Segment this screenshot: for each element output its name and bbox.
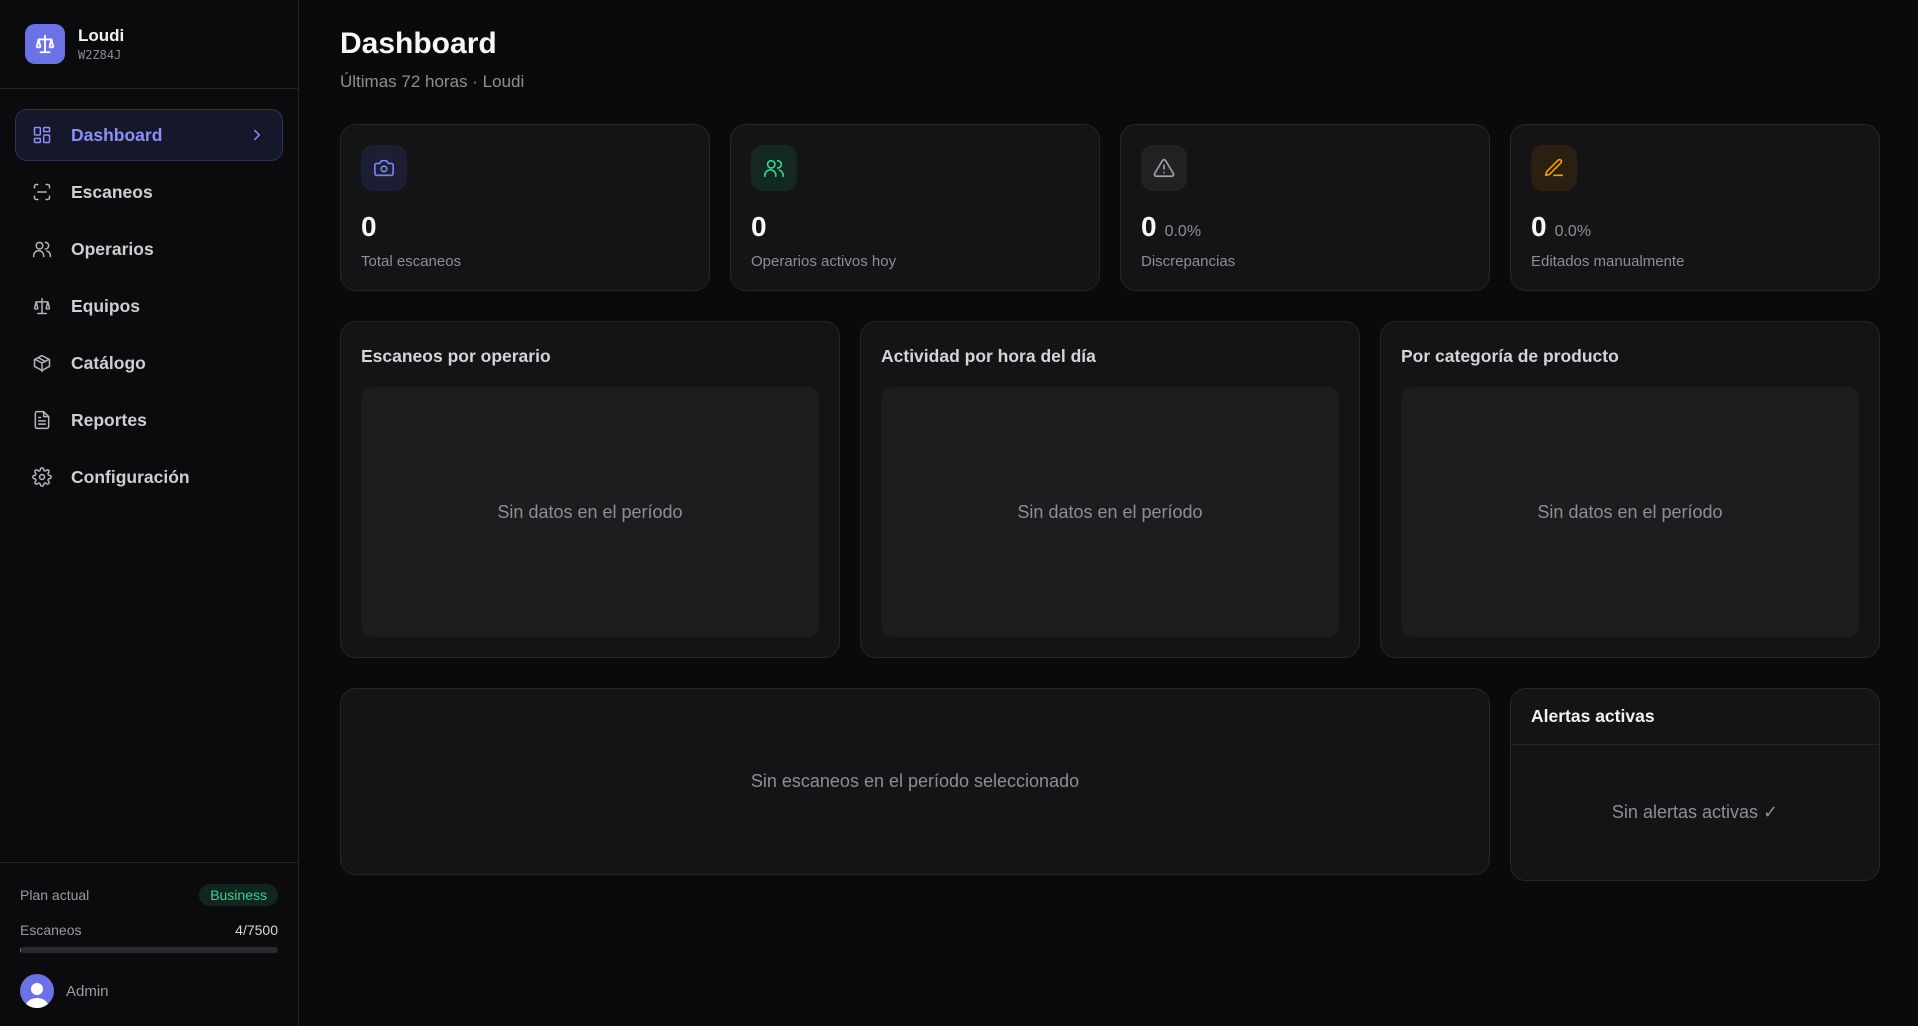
users-icon <box>751 145 797 191</box>
nav-item-escaneos[interactable]: Escaneos <box>15 166 283 218</box>
nav-label: Equipos <box>71 295 141 316</box>
nav-item-catalogo[interactable]: Catálogo <box>15 337 283 389</box>
nav-item-configuracion[interactable]: Configuración <box>15 451 283 503</box>
sidebar: Loudi W2Z84J Dashboard Escaneos Operario… <box>0 0 299 1026</box>
nav-item-reportes[interactable]: Reportes <box>15 394 283 446</box>
stat-value: 0 <box>1531 211 1547 242</box>
stat-percent: 0.0% <box>1554 223 1592 240</box>
scans-empty-state: Sin escaneos en el período seleccionado <box>750 771 1080 791</box>
chart-empty-state: Sin datos en el período <box>361 387 819 637</box>
dashboard-icon <box>31 124 53 146</box>
nav-label: Reportes <box>71 409 147 430</box>
main-nav: Dashboard Escaneos Operarios Equipos Cat… <box>0 89 298 503</box>
stat-value: 0 <box>751 211 767 242</box>
stat-label: Total escaneos <box>361 253 462 270</box>
scale-logo-icon <box>25 24 65 64</box>
avatar <box>20 974 54 1008</box>
alerts-empty-state: Sin alertas activas ✓ <box>1611 802 1779 822</box>
stat-card-discrepancias: 0 0.0% Discrepancias <box>1120 124 1490 291</box>
chart-title: Actividad por hora del día <box>881 346 1096 366</box>
stat-label: Editados manualmente <box>1531 253 1685 270</box>
gear-icon <box>31 466 53 488</box>
stat-label: Operarios activos hoy <box>751 253 897 270</box>
scale-icon <box>31 295 53 317</box>
brand-header[interactable]: Loudi W2Z84J <box>0 0 298 89</box>
scan-icon <box>31 181 53 203</box>
file-icon <box>31 409 53 431</box>
nav-label: Catálogo <box>71 352 146 373</box>
stat-percent: 0.0% <box>1164 223 1202 240</box>
alerts-title: Alertas activas <box>1511 689 1879 745</box>
nav-label: Operarios <box>71 238 154 259</box>
nav-item-equipos[interactable]: Equipos <box>15 280 283 332</box>
page-title: Dashboard <box>340 27 497 60</box>
pencil-icon <box>1531 145 1577 191</box>
users-icon <box>31 238 53 260</box>
brand-code: W2Z84J <box>78 47 122 62</box>
box-icon <box>31 352 53 374</box>
sidebar-footer: Plan actual Business Escaneos 4/7500 Adm… <box>0 862 298 1026</box>
nav-label: Escaneos <box>71 181 153 202</box>
plan-label: Plan actual <box>20 887 90 903</box>
usage-value: 4/7500 <box>235 922 278 938</box>
stat-card-total-escaneos: 0 Total escaneos <box>340 124 710 291</box>
brand-name: Loudi <box>78 25 125 45</box>
usage-label: Escaneos <box>20 922 82 938</box>
stat-card-operarios-activos: 0 Operarios activos hoy <box>730 124 1100 291</box>
warning-icon <box>1141 145 1187 191</box>
chart-card-actividad-hora: Actividad por hora del día Sin datos en … <box>860 321 1360 658</box>
chart-title: Por categoría de producto <box>1401 346 1619 366</box>
usage-progress-bar <box>20 947 278 953</box>
stat-value: 0 <box>1141 211 1157 242</box>
nav-label: Dashboard <box>71 124 163 145</box>
camera-icon <box>361 145 407 191</box>
chart-empty-state: Sin datos en el período <box>881 387 1339 637</box>
plan-badge: Business <box>199 884 278 906</box>
alerts-card: Alertas activas Sin alertas activas ✓ <box>1510 688 1880 881</box>
chevron-right-icon <box>248 126 266 144</box>
stat-label: Discrepancias <box>1141 253 1236 270</box>
user-name: Admin <box>66 982 109 1000</box>
stat-value: 0 <box>361 211 377 242</box>
usage-progress-fill <box>20 947 22 953</box>
nav-item-dashboard[interactable]: Dashboard <box>15 109 283 161</box>
scans-table-card: Sin escaneos en el período seleccionado <box>340 688 1490 875</box>
chart-empty-state: Sin datos en el período <box>1401 387 1859 637</box>
page-subtitle: Últimas 72 horas · Loudi <box>340 72 525 91</box>
chart-card-escaneos-operario: Escaneos por operario Sin datos en el pe… <box>340 321 840 658</box>
chart-card-categoria-producto: Por categoría de producto Sin datos en e… <box>1380 321 1880 658</box>
nav-item-operarios[interactable]: Operarios <box>15 223 283 275</box>
nav-label: Configuración <box>71 466 190 487</box>
user-menu[interactable]: Admin <box>20 974 278 1008</box>
stat-card-editados: 0 0.0% Editados manualmente <box>1510 124 1880 291</box>
chart-title: Escaneos por operario <box>361 346 551 366</box>
